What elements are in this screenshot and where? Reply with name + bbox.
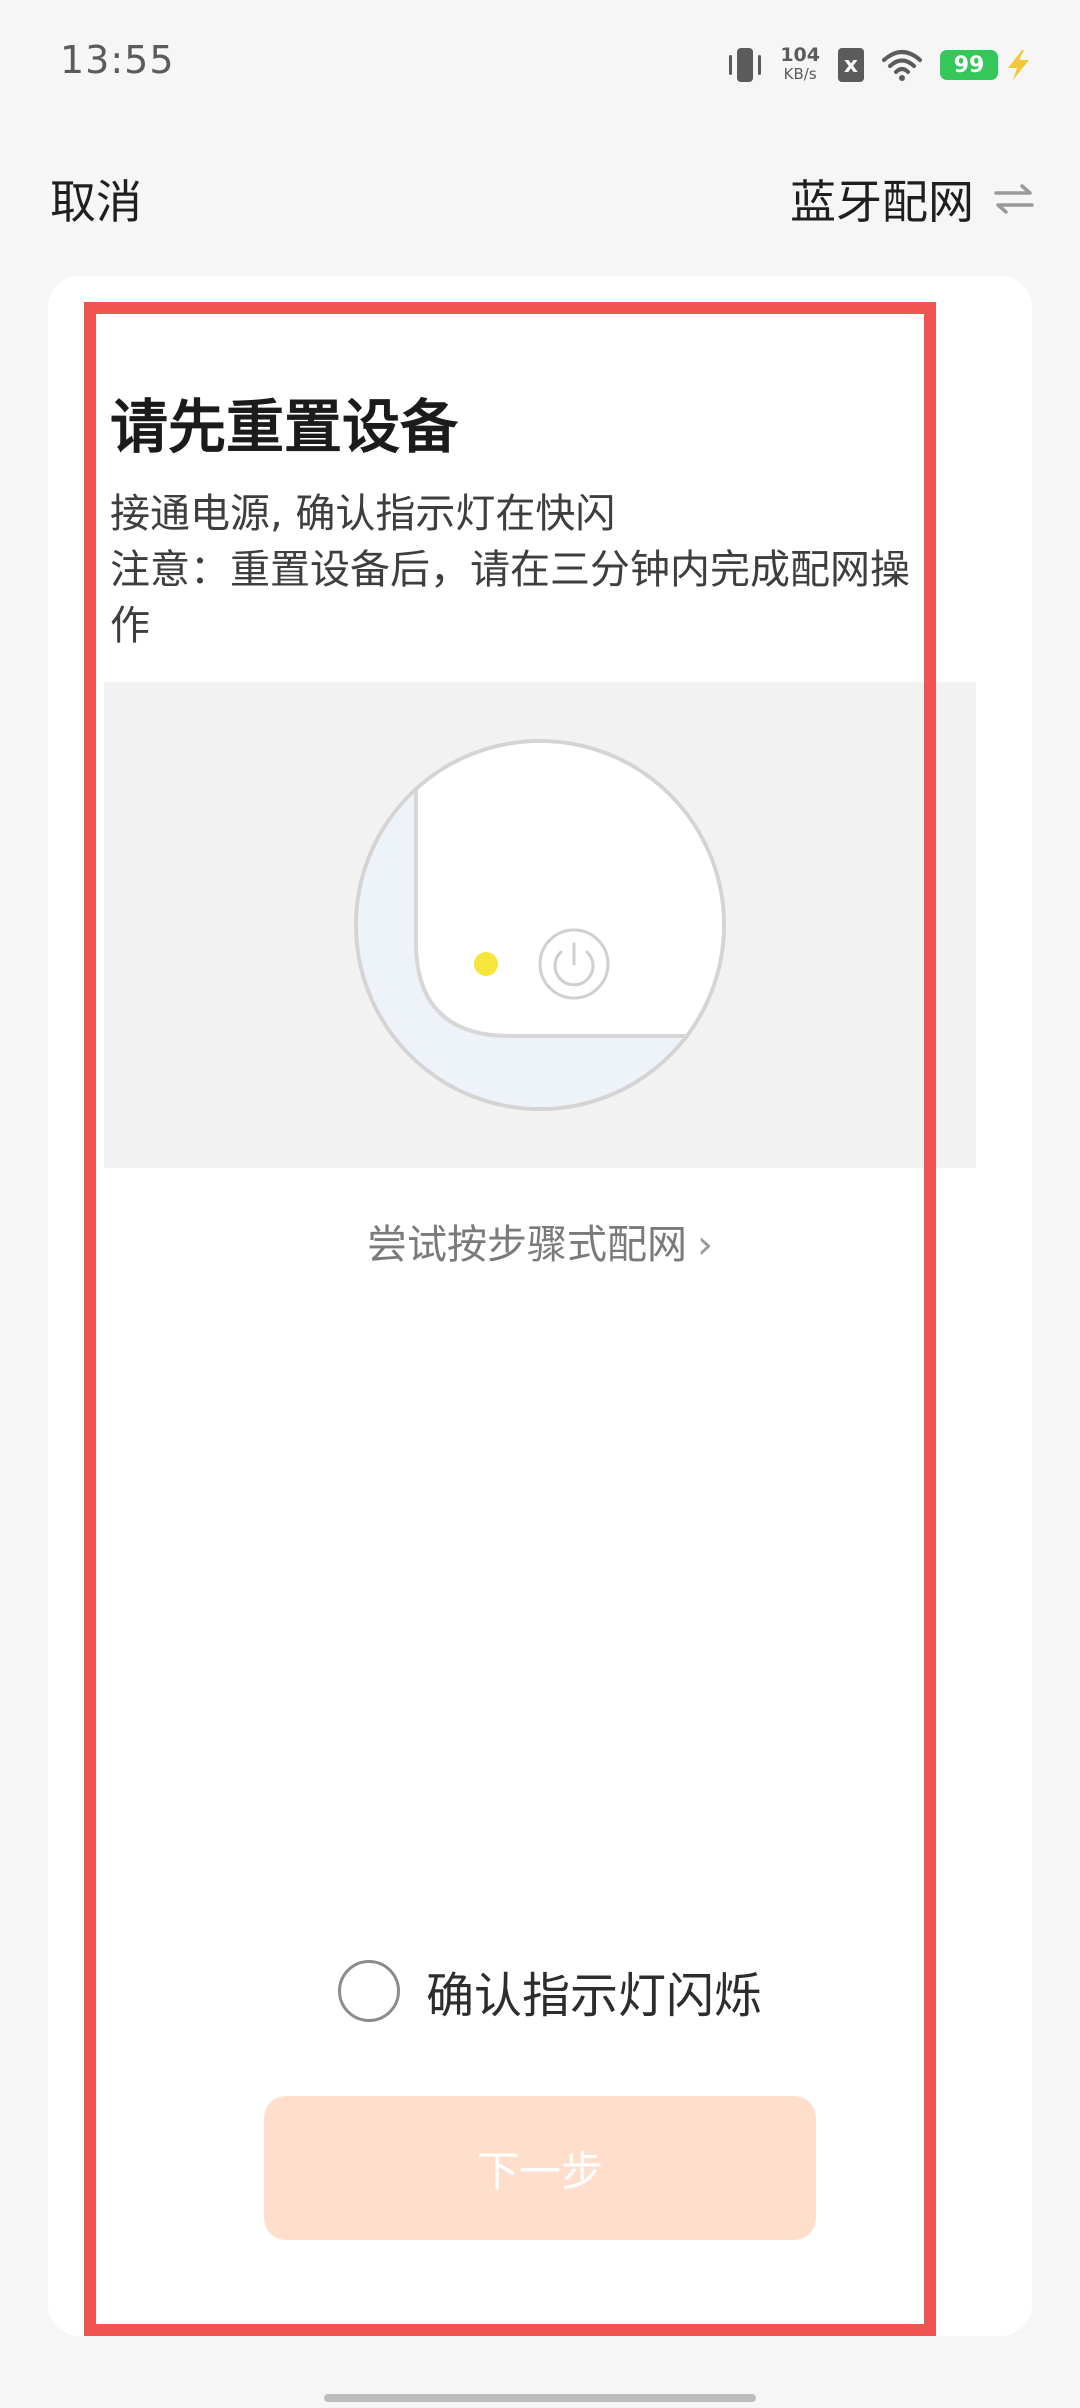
confirm-indicator-row[interactable]: 确认指示灯闪烁 xyxy=(338,1956,762,2026)
status-icons: 104 KB/s x 99 xyxy=(728,40,1032,90)
network-speed: 104 KB/s xyxy=(780,46,820,84)
network-speed-value: 104 xyxy=(780,44,820,66)
battery-indicator: 99 xyxy=(940,48,1032,82)
sim-off-icon: x xyxy=(838,48,864,82)
status-bar: 13:55 104 KB/s x 99 xyxy=(0,0,1080,120)
sim-off-mark: x xyxy=(843,52,859,78)
wifi-icon xyxy=(882,50,922,81)
next-step-button[interactable]: 下一步 xyxy=(264,2096,816,2240)
page-title: 请先重置设备 xyxy=(110,393,459,461)
step-by-step-pairing-link[interactable]: 尝试按步骤式配网 › xyxy=(0,1212,1080,1270)
battery-icon: 99 xyxy=(940,50,998,80)
pairing-mode-label: 蓝牙配网 xyxy=(790,175,974,229)
device-illustration-graphic xyxy=(354,739,726,1111)
status-time: 13:55 xyxy=(60,38,175,82)
battery-level: 99 xyxy=(953,52,985,78)
step-link-label: 尝试按步骤式配网 xyxy=(367,1222,687,1268)
confirm-indicator-label[interactable]: 确认指示灯闪烁 xyxy=(426,1956,762,2026)
charging-bolt-icon xyxy=(1008,50,1029,80)
chevron-right-icon: › xyxy=(697,1222,713,1268)
confirm-radio[interactable] xyxy=(338,1960,400,2022)
indicator-light xyxy=(474,952,498,976)
home-indicator[interactable] xyxy=(324,2394,756,2402)
instruction-note: 注意：重置设备后，请在三分钟内完成配网操作 xyxy=(110,547,910,649)
instructions: 接通电源, 确认指示灯在快闪 注意：重置设备后，请在三分钟内完成配网操作 xyxy=(110,486,946,654)
device-reset-illustration xyxy=(104,682,976,1168)
top-nav: 取消 蓝牙配网 xyxy=(0,150,1080,240)
bluetooth-pairing-mode-switch[interactable]: 蓝牙配网 xyxy=(790,166,1036,232)
swap-arrows-icon xyxy=(994,184,1034,214)
vibrate-icon xyxy=(728,46,762,84)
cancel-button[interactable]: 取消 xyxy=(50,166,142,232)
network-speed-unit: KB/s xyxy=(783,65,817,83)
instruction-line-1: 接通电源, 确认指示灯在快闪 xyxy=(110,491,616,537)
